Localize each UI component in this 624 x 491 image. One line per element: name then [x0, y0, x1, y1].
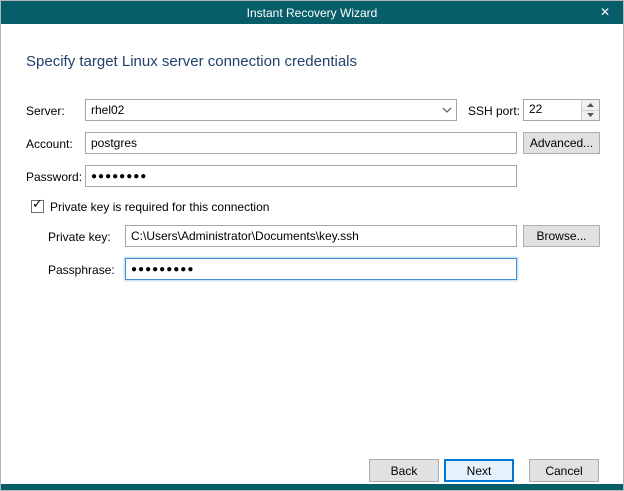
spinner-arrows: [581, 100, 599, 120]
checkmark-icon: ✓: [32, 197, 43, 210]
window-title: Instant Recovery Wizard: [1, 6, 623, 20]
next-button[interactable]: Next: [444, 459, 514, 482]
server-combobox[interactable]: rhel02: [85, 99, 457, 121]
cancel-button[interactable]: Cancel: [529, 459, 599, 482]
private-key-checkbox[interactable]: ✓: [31, 200, 44, 213]
passphrase-input[interactable]: [125, 258, 517, 280]
back-button[interactable]: Back: [369, 459, 439, 482]
page-title: Specify target Linux server connection c…: [26, 53, 357, 70]
password-input[interactable]: [85, 165, 517, 187]
account-label: Account:: [26, 137, 73, 151]
advanced-button[interactable]: Advanced...: [523, 132, 600, 154]
close-icon[interactable]: ✕: [587, 1, 623, 24]
private-key-label: Private key:: [48, 230, 111, 244]
spinner-up-icon[interactable]: [582, 100, 599, 110]
instant-recovery-wizard-window: Instant Recovery Wizard ✕ Specify target…: [0, 0, 624, 491]
account-input[interactable]: [85, 132, 517, 154]
password-label: Password:: [26, 170, 82, 184]
private-key-input[interactable]: [125, 225, 517, 247]
titlebar: Instant Recovery Wizard ✕: [1, 1, 623, 24]
private-key-checkbox-label: Private key is required for this connect…: [50, 200, 269, 214]
server-label: Server:: [26, 104, 65, 118]
bottom-accent-strip: [1, 484, 623, 490]
passphrase-label: Passphrase:: [48, 263, 115, 277]
ssh-port-label: SSH port:: [468, 104, 520, 118]
server-value: rhel02: [86, 103, 438, 117]
chevron-down-icon[interactable]: [438, 100, 456, 120]
spinner-down-icon[interactable]: [582, 110, 599, 121]
ssh-port-value: 22: [524, 100, 581, 120]
ssh-port-spinner[interactable]: 22: [523, 99, 600, 121]
browse-button[interactable]: Browse...: [523, 225, 600, 247]
